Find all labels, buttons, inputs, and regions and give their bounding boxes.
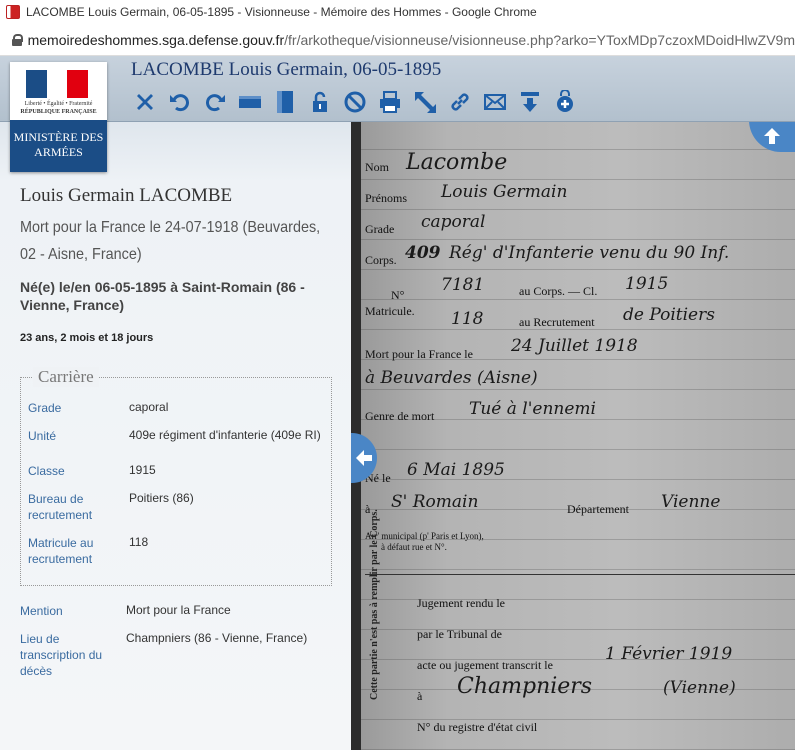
document-title: LACOMBE Louis Germain, 06-05-1895 (131, 59, 442, 80)
doc-label-au-corps: au Corps. — Cl. (519, 284, 598, 298)
hw-corps: Rég' d'Infanterie venu du 90 Inf. (449, 243, 730, 263)
link-icon[interactable] (445, 89, 474, 115)
mention-key: Lieu de transcription du décès (20, 632, 103, 678)
doc-side-note: Cette partie n'est pas à remplir par le … (369, 509, 380, 700)
hw-transcrit-dep: (Vienne) (663, 678, 736, 698)
rotate-right-icon[interactable] (200, 89, 229, 115)
close-icon[interactable] (130, 89, 159, 115)
doc-label-mort: Mort pour la France le (365, 347, 473, 361)
window-titlebar: LACOMBE Louis Germain, 06-05-1895 - Visi… (0, 0, 795, 24)
scanned-record[interactable]: Nom Lacombe Prénoms Louis Germain Grade … (361, 122, 795, 750)
window-title: LACOMBE Louis Germain, 06-05-1895 - Visi… (26, 5, 537, 19)
ministry-name: MINISTÈRE DES ARMÉES (10, 120, 107, 172)
mention-key: Mention (20, 604, 63, 618)
info-panel: Louis Germain LACOMBE Mort pour la Franc… (0, 122, 351, 750)
print-icon[interactable] (375, 89, 404, 115)
viewer-header: LACOMBE Louis Germain, 06-05-1895 (0, 56, 795, 122)
add-icon[interactable] (550, 89, 579, 115)
career-key: Classe (28, 464, 65, 478)
doc-label-prenoms: Prénoms (365, 191, 407, 205)
forbidden-icon[interactable] (340, 89, 369, 115)
doc-label-registre: N° du registre d'état civil (417, 720, 538, 734)
hw-no-corps: 7181 (441, 275, 485, 295)
fit-height-icon[interactable] (270, 89, 299, 115)
hw-nom: Lacombe (406, 150, 508, 175)
hw-corps-no: 409 (405, 243, 441, 263)
doc-label-genre: Genre de mort (365, 409, 435, 423)
document-viewer[interactable]: Nom Lacombe Prénoms Louis Germain Grade … (351, 122, 795, 750)
person-name: Louis Germain LACOMBE (20, 185, 233, 206)
hw-recrutement: de Poitiers (623, 305, 715, 325)
hw-transcrit-lieu: Champniers (457, 674, 593, 699)
hw-genre: Tué à l'ennemi (469, 399, 596, 419)
career-fieldset: Carrière Grade caporal Unité 409e régime… (20, 367, 332, 586)
doc-label-matricule: Matricule. (365, 304, 415, 318)
doc-label-departement: Département (567, 502, 629, 516)
hw-ne-lieu: S' Romain (391, 492, 479, 512)
hw-transcrit: 1 Février 1919 (605, 644, 733, 664)
rotate-left-icon[interactable] (165, 89, 194, 115)
hw-mort-date: 24 Juillet 1918 (511, 336, 638, 356)
marianne-flag-icon (26, 70, 89, 98)
career-value: 409e régiment d'infanterie (409e RI) (129, 428, 321, 442)
doc-label-jugement: Jugement rendu le (417, 596, 505, 610)
lock-icon[interactable] (305, 89, 334, 115)
death-info: Mort pour la France le 24-07-1918 (Beuva… (20, 219, 321, 263)
section-divider (365, 574, 795, 575)
age-at-death: 23 ans, 2 mois et 18 jours (20, 332, 154, 344)
hw-departement: Vienne (661, 492, 721, 512)
address-bar[interactable]: memoiredeshommes.sga.defense.gouv.fr/fr/… (0, 24, 795, 56)
hw-classe: 1915 (625, 274, 669, 294)
career-key: Matricule au recrutement (28, 536, 94, 566)
hw-no-rec: 118 (451, 309, 484, 329)
doc-label-corps: Corps. (365, 253, 397, 267)
hw-grade: caporal (421, 212, 486, 232)
doc-label-nom: Nom (365, 160, 389, 174)
url-path[interactable]: /fr/arkotheque/visionneuse/visionneuse.p… (284, 32, 795, 48)
doc-label-au-recrutement: au Recrutement (519, 315, 595, 329)
ministry-logo[interactable]: Liberté • Égalité • Fraternité RÉPUBLIQU… (10, 62, 107, 172)
doc-label-arr2: à défaut rue et N°. (381, 542, 447, 552)
hw-ne-date: 6 Mai 1895 (407, 460, 505, 480)
site-favicon-icon (6, 5, 20, 19)
doc-label-a2: à (417, 689, 423, 703)
career-legend: Carrière (33, 367, 99, 387)
arrow-left-icon (356, 450, 372, 466)
career-value: Poitiers (86) (129, 491, 194, 505)
doc-label-tribunal: par le Tribunal de (417, 627, 502, 641)
url-host[interactable]: memoiredeshommes.sga.defense.gouv.fr (28, 32, 285, 48)
career-value: caporal (129, 400, 169, 414)
mention-value: Mort pour la France (126, 603, 231, 617)
career-key: Unité (28, 429, 57, 443)
career-key: Grade (28, 401, 62, 415)
career-value: 1915 (129, 463, 156, 477)
hw-prenoms: Louis Germain (441, 182, 568, 202)
career-value: 118 (129, 535, 149, 549)
doc-label-arr: Arr' municipal (p' Paris et Lyon), (365, 531, 484, 541)
hw-lieu-mort: à Beuvardes (Aisne) (365, 368, 538, 388)
career-key: Bureau de recrutement (28, 492, 93, 522)
marianne-motto: Liberté • Égalité • Fraternité RÉPUBLIQU… (20, 101, 97, 115)
arrow-up-icon (764, 128, 780, 144)
fit-width-icon[interactable] (235, 89, 264, 115)
fullscreen-icon[interactable] (410, 89, 439, 115)
download-icon[interactable] (515, 89, 544, 115)
doc-label-acte: acte ou jugement transcrit le (417, 658, 553, 672)
mention-value: Champniers (86 - Vienne, France) (126, 631, 308, 645)
birth-info: Né(e) le/en 06-05-1895 à Saint-Romain (8… (20, 279, 305, 313)
mail-icon[interactable] (480, 89, 509, 115)
doc-label-grade: Grade (365, 222, 395, 236)
doc-label-no: N° (391, 288, 405, 302)
viewer-toolbar (130, 89, 579, 115)
lock-icon[interactable] (12, 33, 22, 46)
